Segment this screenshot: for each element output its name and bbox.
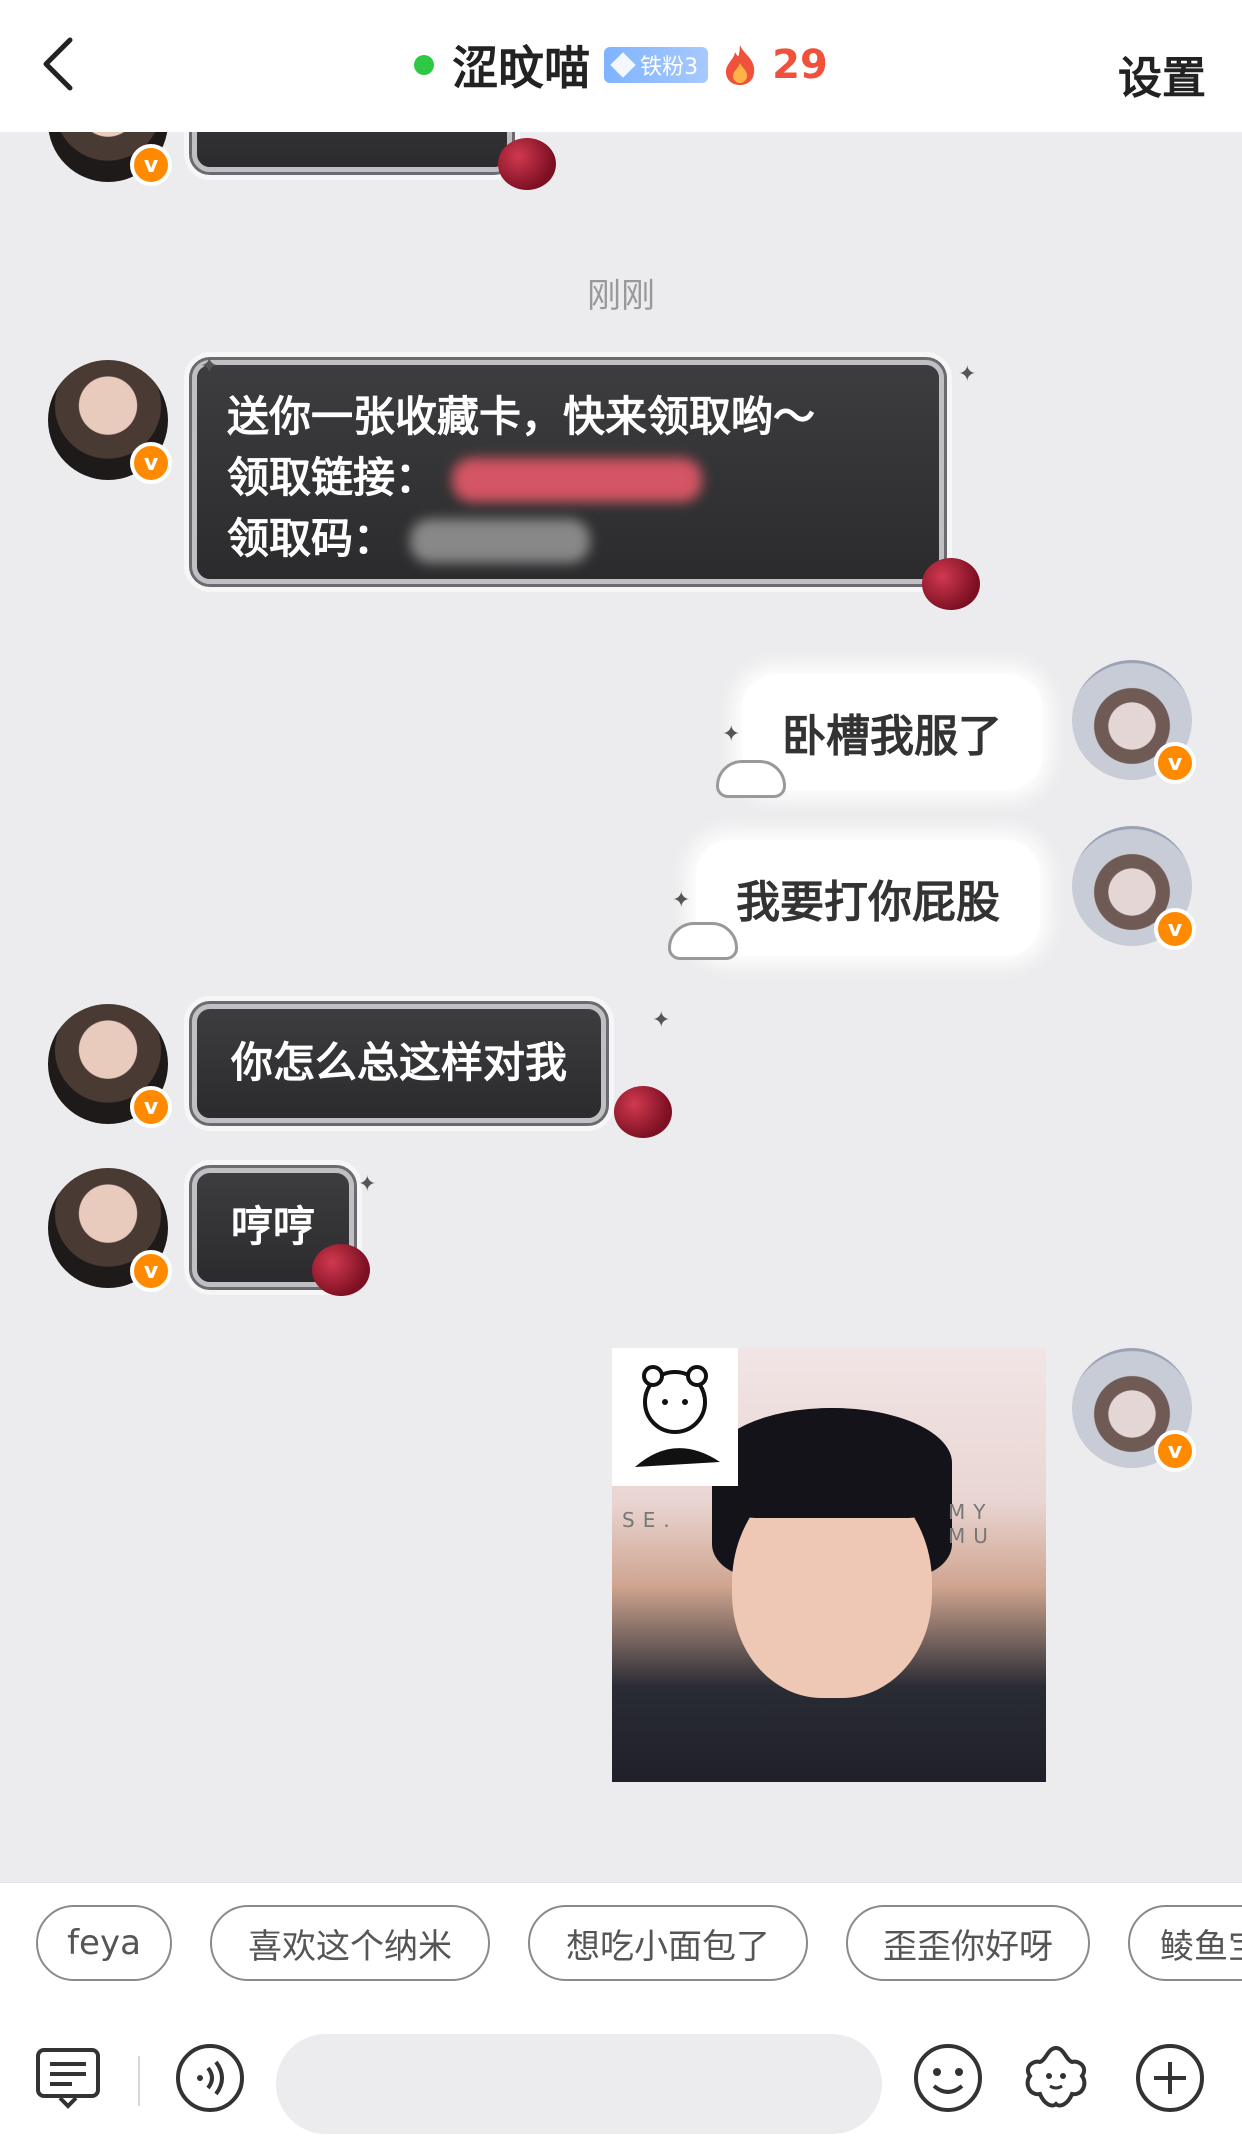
sparkle-icon: ✦: [652, 1008, 671, 1033]
blurred-code: [409, 519, 590, 564]
contact-avatar[interactable]: v: [48, 132, 172, 186]
code-label: 领取码：: [227, 513, 396, 563]
sticker-image-message[interactable]: SE. MY MU: [612, 1348, 1046, 1782]
sticker-wall-text: SE.: [622, 1508, 678, 1532]
my-avatar[interactable]: v: [1072, 660, 1196, 784]
diamond-icon: [610, 52, 636, 78]
cat-doodle-icon: [668, 922, 738, 960]
apple-decoration-icon: [614, 1086, 672, 1138]
message-bubble[interactable]: 卧槽我服了: [742, 674, 1042, 790]
message-bubble-partial[interactable]: [189, 132, 515, 175]
chat-header: 涩旼喵 铁粉3 29 设置: [0, 0, 1242, 132]
apple-decoration-icon: [312, 1244, 370, 1296]
smiley-icon: [914, 2044, 982, 2112]
sparkle-icon: ✦: [672, 888, 691, 913]
chat-menu-icon: [36, 2048, 100, 2109]
message-line: 领取链接：: [227, 448, 909, 509]
online-status-dot: [414, 55, 435, 75]
sparkle-icon: ✦: [358, 1172, 377, 1197]
message-bubble[interactable]: 你怎么总这样对我: [188, 1001, 610, 1126]
time-divider: 刚刚: [587, 276, 655, 316]
quick-reply-chip[interactable]: 想吃小面包了: [528, 1905, 808, 1981]
chat-title: 涩旼喵: [452, 41, 591, 95]
quick-reply-chip[interactable]: 鲮鱼宝: [1128, 1905, 1242, 1981]
title-group: 涩旼喵 铁粉3 29: [0, 30, 1242, 100]
input-divider: [138, 2056, 140, 2106]
apple-decoration-icon: [498, 138, 556, 190]
message-input[interactable]: [276, 2034, 882, 2134]
input-bar: [0, 2008, 1242, 2148]
verified-badge: v: [130, 442, 172, 484]
blurred-link[interactable]: [451, 458, 702, 503]
link-label: 领取链接：: [227, 452, 438, 502]
sparkle-icon: ✦: [958, 362, 977, 387]
cat-doodle-icon: [716, 760, 786, 798]
emoji-button[interactable]: [912, 2042, 984, 2114]
voice-button[interactable]: [174, 2042, 246, 2114]
contact-avatar[interactable]: v: [48, 360, 172, 484]
chat-screen: 涩旼喵 铁粉3 29 设置 v 刚刚 v 送你一张收藏卡，快来领取哟～ 领取链接…: [0, 0, 1242, 2148]
message-bubble[interactable]: 我要打你屁股: [696, 840, 1040, 956]
message-bubble[interactable]: 送你一张收藏卡，快来领取哟～ 领取链接： 领取码：: [189, 357, 947, 587]
verified-badge: v: [1154, 1430, 1196, 1472]
quick-reply-chip[interactable]: feya: [36, 1905, 172, 1981]
quick-reply-bar[interactable]: feya 喜欢这个纳米 想吃小面包了 歪歪你好呀 鲮鱼宝: [0, 1882, 1242, 2008]
voice-icon: [176, 2044, 244, 2112]
sticker-fringe: [712, 1408, 952, 1518]
contact-avatar[interactable]: v: [48, 1168, 172, 1292]
settings-button[interactable]: 设置: [1118, 42, 1206, 106]
sticker-button[interactable]: [1020, 2042, 1092, 2114]
my-avatar[interactable]: v: [1072, 826, 1196, 950]
fan-level-badge: 铁粉3: [604, 47, 709, 83]
plus-icon: [1136, 2044, 1204, 2112]
sparkle-icon: ✦: [200, 354, 219, 379]
message-line: 领取码：: [227, 509, 909, 570]
fan-level-label: 铁粉3: [640, 55, 699, 80]
sticker-flower-icon: [1025, 2045, 1087, 2108]
verified-badge: v: [130, 144, 172, 186]
quick-reply-chip[interactable]: 歪歪你好呀: [846, 1905, 1090, 1981]
quick-reply-chip[interactable]: 喜欢这个纳米: [210, 1905, 490, 1981]
menu-toggle-button[interactable]: [32, 2042, 104, 2114]
apple-decoration-icon: [922, 558, 980, 610]
my-avatar[interactable]: v: [1072, 1348, 1196, 1472]
verified-badge: v: [130, 1086, 172, 1128]
streak-count: 29: [772, 42, 828, 88]
sparkle-icon: ✦: [722, 722, 741, 747]
message-line: 送你一张收藏卡，快来领取哟～: [227, 392, 816, 441]
fire-icon: [726, 45, 755, 85]
verified-badge: v: [1154, 742, 1196, 784]
bear-icon: [635, 1365, 720, 1467]
more-plus-button[interactable]: [1134, 2042, 1206, 2114]
sticker-wall-text: MY MU: [948, 1500, 996, 1548]
message-list[interactable]: v 刚刚 v 送你一张收藏卡，快来领取哟～ 领取链接： 领取码： ✦ ✦ v 卧…: [0, 132, 1242, 1880]
verified-badge: v: [130, 1250, 172, 1292]
contact-avatar[interactable]: v: [48, 1004, 172, 1128]
verified-badge: v: [1154, 908, 1196, 950]
bear-doodle-icon: [612, 1348, 738, 1486]
